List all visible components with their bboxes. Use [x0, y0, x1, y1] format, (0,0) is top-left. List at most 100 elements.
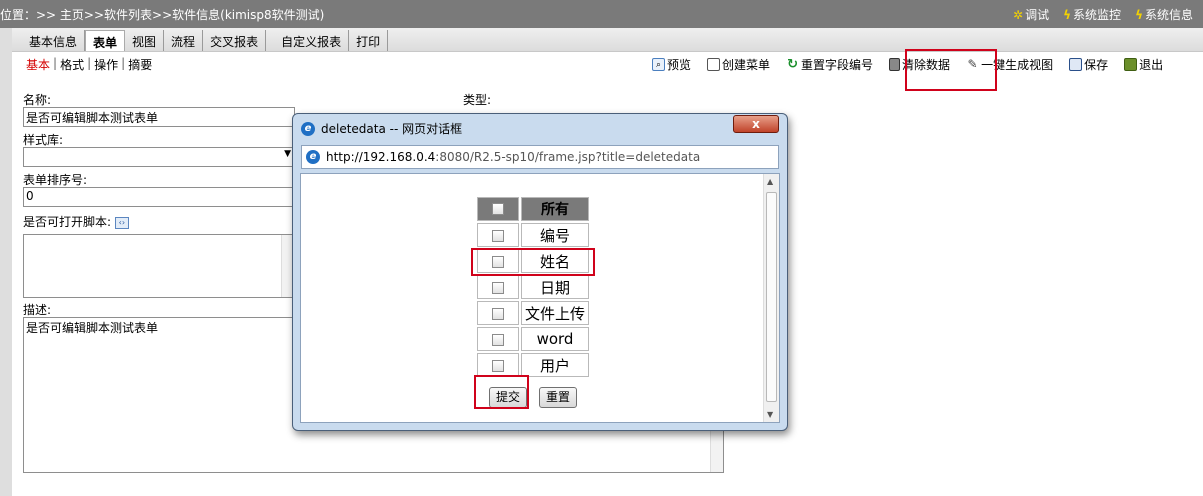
table-header-row: 所有	[477, 197, 589, 221]
exit-icon	[1124, 58, 1138, 71]
scroll-up-icon[interactable]: ▲	[767, 177, 773, 186]
description-label: 描述:	[23, 303, 52, 317]
scroll-down-icon[interactable]: ▼	[767, 410, 773, 419]
sub-nav: 基本 | 格式 | 操作 | 摘要	[26, 56, 155, 73]
scroll-thumb[interactable]	[766, 192, 777, 402]
generate-view-button[interactable]: ✎ 一键生成视图	[966, 56, 1054, 73]
exit-button[interactable]: 退出	[1124, 56, 1163, 73]
pencil-icon: ✎	[967, 57, 978, 71]
dialog-body: 所有 编号 姓名 日期 文件上传 word 用户 提交 重置 ▲ ▼	[300, 173, 780, 423]
url-path: :8080/R2.5-sp10/frame.jsp?title=deleteda…	[435, 150, 701, 164]
table-row: 文件上传	[477, 301, 589, 325]
table-row: 日期	[477, 275, 589, 299]
refresh-icon: ↻	[787, 57, 798, 72]
save-button[interactable]: 保存	[1069, 56, 1108, 73]
select-all-cell	[477, 197, 519, 221]
ie-icon: e	[301, 121, 315, 136]
field-checkbox-name[interactable]	[492, 255, 504, 268]
field-select-table: 所有 编号 姓名 日期 文件上传 word 用户	[475, 195, 591, 379]
save-icon	[1069, 58, 1083, 71]
preview-icon: ⌕	[652, 58, 665, 71]
table-row: word	[477, 327, 589, 351]
debug-label: 调试	[1025, 8, 1050, 22]
style-library-label: 样式库:	[23, 133, 64, 147]
name-field[interactable]: 是否可编辑脚本测试表单	[23, 107, 295, 127]
select-all-checkbox[interactable]	[492, 203, 504, 215]
system-info-label: 系统信息	[1144, 8, 1193, 22]
debug-link[interactable]: ✲ 调试	[1013, 6, 1049, 23]
field-name: 用户	[521, 353, 589, 377]
clear-data-label: 清除数据	[902, 58, 951, 72]
dialog-title: deletedata -- 网页对话框	[321, 122, 463, 136]
subnav-basic[interactable]: 基本	[26, 56, 53, 73]
submit-button[interactable]: 提交	[489, 387, 527, 408]
dropdown-arrow-icon: ▼	[284, 149, 291, 159]
main-tabs: 基本信息 表单 视图 流程 交叉报表 自定义报表 打印	[12, 28, 1203, 52]
field-checkbox-file-upload[interactable]	[492, 307, 504, 320]
style-library-select[interactable]: ▼	[23, 147, 295, 167]
script-textarea[interactable]	[23, 234, 295, 298]
system-info-link[interactable]: ϟ 系统信息	[1135, 6, 1193, 23]
type-label: 类型:	[463, 93, 492, 107]
code-icon[interactable]: ‹›	[114, 216, 129, 229]
left-strip	[0, 28, 12, 496]
tab-basic-info[interactable]: 基本信息	[22, 30, 86, 51]
url-host: http://192.168.0.4	[326, 150, 436, 164]
subnav-format[interactable]: 格式	[57, 56, 87, 73]
tab-custom-report[interactable]: 自定义报表	[274, 30, 350, 51]
tab-print[interactable]: 打印	[349, 30, 389, 51]
clear-data-button[interactable]: 清除数据	[889, 56, 950, 73]
lightning-icon: ϟ	[1063, 7, 1072, 22]
top-tools: ✲ 调试 ϟ 系统监控 ϟ 系统信息	[1013, 6, 1193, 23]
field-name: 文件上传	[521, 301, 589, 325]
form-order-label: 表单排序号:	[23, 173, 88, 187]
gear-icon: ✲	[1013, 7, 1024, 22]
name-label: 名称:	[23, 93, 52, 107]
tab-workflow[interactable]: 流程	[164, 30, 204, 51]
script-label-text: 是否可打开脚本:	[23, 215, 112, 229]
description-value: 是否可编辑脚本测试表单	[26, 321, 159, 335]
field-checkbox-number[interactable]	[492, 229, 504, 242]
generate-view-label: 一键生成视图	[981, 58, 1054, 72]
delete-data-dialog: e deletedata -- 网页对话框 x e http://192.168…	[292, 113, 788, 431]
table-row: 用户	[477, 353, 589, 377]
document-icon	[707, 58, 721, 71]
field-name: word	[521, 327, 589, 351]
dialog-scrollbar[interactable]: ▲ ▼	[763, 174, 779, 422]
dialog-close-button[interactable]: x	[733, 115, 779, 133]
reset-field-number-button[interactable]: ↻ 重置字段编号	[786, 56, 873, 73]
system-monitor-label: 系统监控	[1073, 8, 1122, 22]
field-checkbox-date[interactable]	[492, 281, 504, 294]
table-row: 姓名	[477, 249, 589, 273]
field-checkbox-user[interactable]	[492, 359, 504, 372]
field-name: 编号	[521, 223, 589, 247]
breadcrumb: 位置：>> 主页>>软件列表>>软件信息(kimisp8软件测试)	[0, 8, 325, 22]
form-toolbar: ⌕ 预览 创建菜单 ↻ 重置字段编号 清除数据 ✎ 一键生成视图 保存 退出	[652, 56, 1163, 73]
tab-cross-report[interactable]: 交叉报表	[203, 30, 267, 51]
create-menu-button[interactable]: 创建菜单	[707, 56, 770, 73]
dialog-title-bar: e deletedata -- 网页对话框	[301, 120, 462, 137]
reset-button[interactable]: 重置	[539, 387, 577, 408]
create-menu-label: 创建菜单	[722, 58, 771, 72]
form-order-field[interactable]: 0	[23, 187, 295, 207]
subnav-operation[interactable]: 操作	[91, 56, 121, 73]
trash-icon	[889, 58, 901, 71]
system-monitor-link[interactable]: ϟ 系统监控	[1063, 6, 1121, 23]
script-toggle-label: 是否可打开脚本: ‹›	[23, 213, 129, 230]
field-checkbox-word[interactable]	[492, 333, 504, 346]
preview-label: 预览	[667, 58, 692, 72]
exit-label: 退出	[1139, 58, 1164, 72]
subnav-summary[interactable]: 摘要	[125, 56, 155, 73]
preview-button[interactable]: ⌕ 预览	[652, 56, 691, 73]
top-bar: 位置：>> 主页>>软件列表>>软件信息(kimisp8软件测试) ✲ 调试 ϟ…	[0, 0, 1203, 28]
tab-view[interactable]: 视图	[125, 30, 165, 51]
tab-form[interactable]: 表单	[85, 30, 126, 51]
reset-field-number-label: 重置字段编号	[801, 58, 874, 72]
dialog-address-bar: e http://192.168.0.4:8080/R2.5-sp10/fram…	[301, 145, 779, 169]
dialog-url: http://192.168.0.4:8080/R2.5-sp10/frame.…	[326, 150, 700, 164]
field-name: 日期	[521, 275, 589, 299]
lightning-icon: ϟ	[1135, 7, 1143, 22]
table-row: 编号	[477, 223, 589, 247]
field-name: 姓名	[521, 249, 589, 273]
all-header: 所有	[521, 197, 589, 221]
